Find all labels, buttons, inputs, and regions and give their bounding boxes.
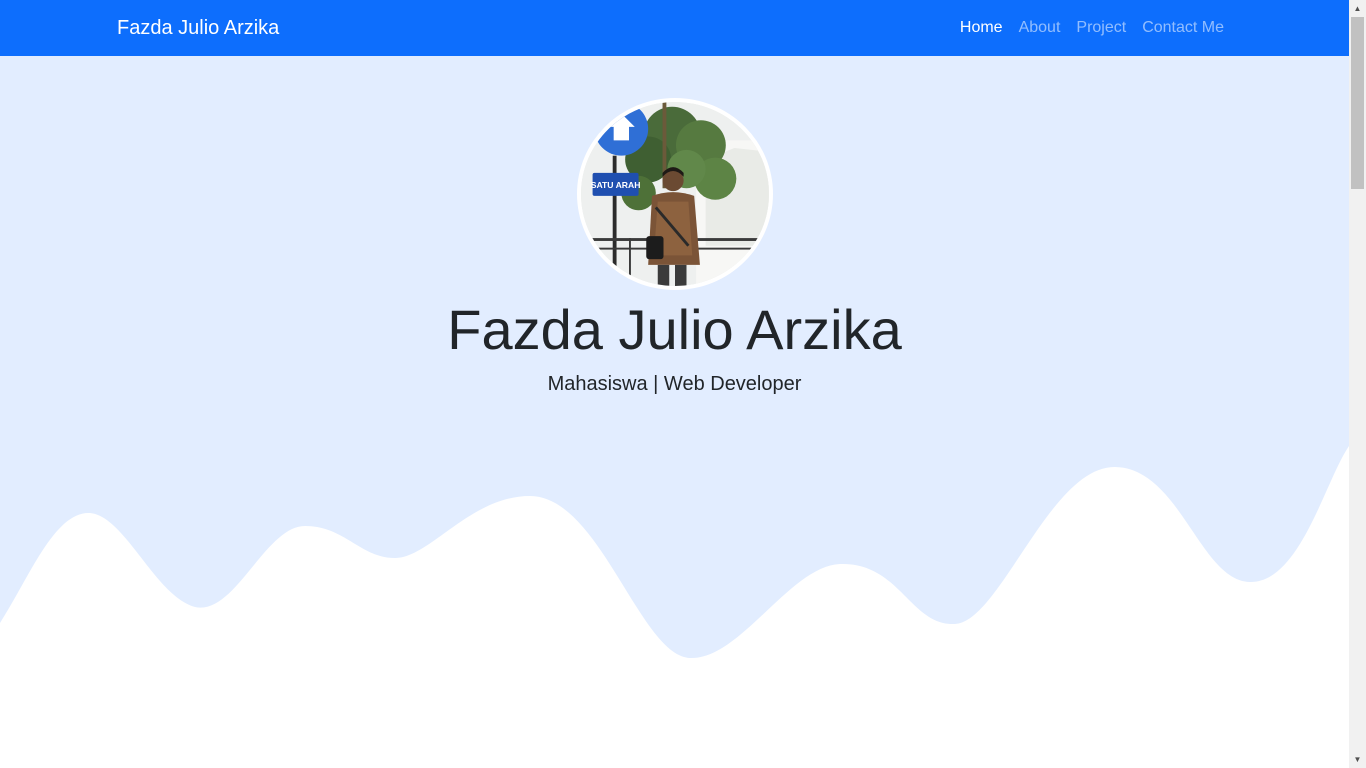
hero-tagline: Mahasiswa | Web Developer [547,373,802,395]
profile-photo-image: SATU ARAH [581,102,769,286]
nav-link-contact-me[interactable]: Contact Me [1142,18,1224,38]
nav-link-project[interactable]: Project [1076,18,1126,38]
scroll-thumb[interactable] [1351,17,1364,189]
navbar-brand[interactable]: Fazda Julio Arzika [117,16,279,40]
hero-name: Fazda Julio Arzika [447,298,902,361]
scroll-down-arrow-icon[interactable]: ▼ [1349,751,1366,768]
photo-sign-text: SATU ARAH [591,180,641,190]
navbar: Fazda Julio Arzika Home About Project Co… [0,0,1349,56]
page: Fazda Julio Arzika Home About Project Co… [0,0,1349,768]
scroll-up-arrow-icon[interactable]: ▲ [1349,0,1366,17]
profile-photo: SATU ARAH [577,98,773,290]
page-scrollbar[interactable]: ▲ ▼ [1349,0,1366,768]
nav-link-about[interactable]: About [1019,18,1061,38]
nav-link-home[interactable]: Home [960,18,1003,38]
nav-links: Home About Project Contact Me [960,18,1224,38]
